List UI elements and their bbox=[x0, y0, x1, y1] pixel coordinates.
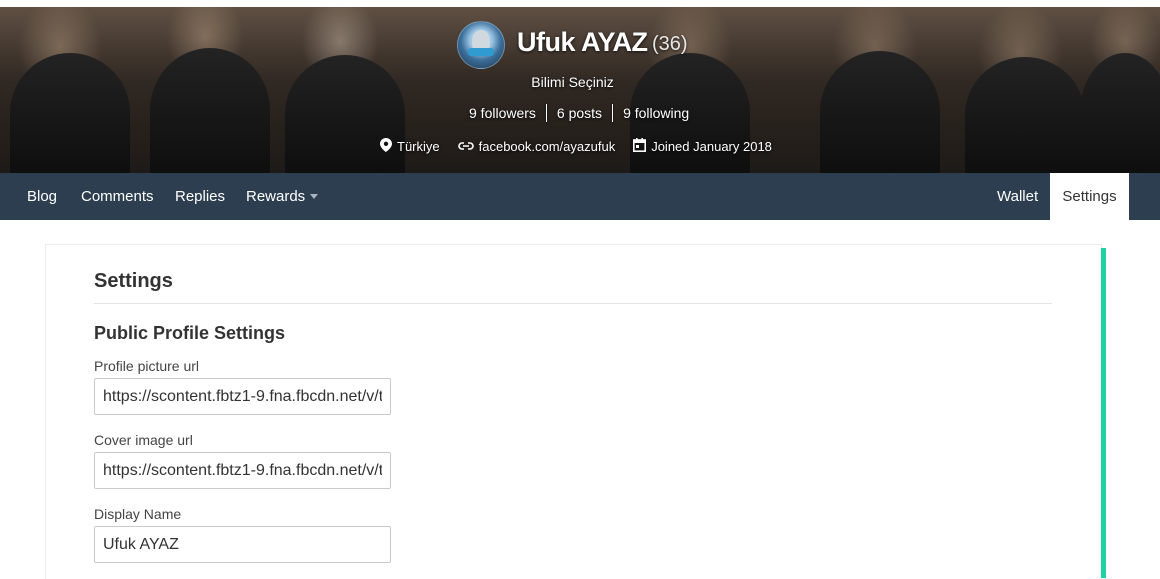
public-profile-heading: Public Profile Settings bbox=[94, 323, 286, 343]
location: Türkiye bbox=[380, 137, 440, 155]
website[interactable]: facebook.com/ayazufuk bbox=[457, 139, 616, 154]
location-text: Türkiye bbox=[397, 138, 440, 154]
joined: Joined January 2018 bbox=[633, 137, 772, 155]
tab-rewards[interactable]: Rewards bbox=[246, 173, 319, 220]
posts-count: 6 posts bbox=[556, 105, 603, 121]
calendar-icon bbox=[633, 137, 647, 155]
reputation-score: (36) bbox=[652, 33, 688, 55]
profile-picture-label: Profile picture url bbox=[94, 358, 200, 374]
tab-comments[interactable]: Comments bbox=[81, 173, 154, 220]
profile-name: Ufuk AYAZ bbox=[517, 27, 648, 57]
profile-navbar: Blog Comments Replies Rewards Wallet Set… bbox=[0, 173, 1160, 220]
profile-meta: Türkiye facebook.com/ayazufuk Joined Jan… bbox=[380, 137, 790, 155]
tab-replies[interactable]: Replies bbox=[175, 173, 225, 220]
cover-image-label: Cover image url bbox=[94, 432, 193, 448]
tab-wallet[interactable]: Wallet bbox=[997, 173, 1038, 220]
avatar-scarf bbox=[468, 48, 494, 56]
profile-about: Bilimi Seçiniz bbox=[531, 74, 614, 90]
followers-link[interactable]: 9 followers bbox=[459, 105, 546, 121]
display-name-label: Display Name bbox=[94, 506, 182, 522]
tab-settings[interactable]: Settings bbox=[1050, 173, 1129, 220]
profile-picture-url-input[interactable] bbox=[94, 378, 391, 415]
joined-text: Joined January 2018 bbox=[651, 138, 772, 154]
profile-stats: 9 followers 6 posts 9 following bbox=[459, 103, 699, 123]
link-icon bbox=[457, 139, 474, 154]
tab-blog[interactable]: Blog bbox=[27, 173, 57, 220]
following-link[interactable]: 9 following bbox=[613, 105, 699, 121]
tab-rewards-label: Rewards bbox=[246, 188, 306, 205]
settings-divider bbox=[94, 303, 1052, 304]
website-link[interactable]: facebook.com/ayazufuk bbox=[479, 139, 616, 154]
settings-accent-bar bbox=[1101, 248, 1106, 578]
settings-title: Settings bbox=[94, 270, 173, 292]
display-name-input[interactable] bbox=[94, 526, 391, 563]
cover-image-url-input[interactable] bbox=[94, 452, 391, 489]
avatar[interactable] bbox=[457, 21, 505, 69]
map-pin-icon bbox=[380, 137, 392, 155]
top-strip bbox=[0, 0, 1160, 7]
caret-down-icon bbox=[310, 194, 319, 199]
